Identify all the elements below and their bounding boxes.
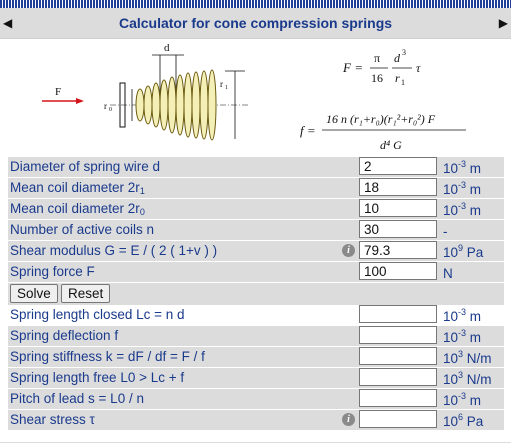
deflection-output[interactable] [359,326,437,344]
force-label: F [55,86,61,98]
svg-text:π: π [374,51,380,65]
info-icon[interactable]: i [342,413,355,426]
force-formula: F = π 16 d 3 r 1 τ [342,48,421,87]
row-label: Shear stress τ [10,412,95,427]
input-row-shear-modulus: Shear modulus G = E / ( 2 ( 1+v ) ) i 10… [8,241,504,261]
svg-text:1: 1 [401,78,405,87]
svg-text:r: r [395,71,400,85]
output-row-stiffness: Spring stiffness k = dF / df = F / f 103… [8,347,504,367]
row-label: Spring force F [10,264,95,279]
row-label: Spring stiffness k = dF / df = F / f [10,349,205,364]
output-row-free-length: Spring length free L0 > Lc + f 103 N/m [8,368,504,388]
unit-label: 10-3 m [443,180,482,197]
row-label: Spring length free L0 > Lc + f [10,370,185,385]
unit-label: 10-3 m [443,307,482,324]
input-row-spring-force: Spring force F N [8,262,504,282]
stiffness-output[interactable] [359,347,437,365]
unit-label: 103 N/m [443,349,492,366]
svg-text:r: r [220,79,223,89]
page-title: Calculator for cone compression springs [118,15,393,31]
unit-label: 103 N/m [443,370,492,387]
unit-label: N [443,266,453,281]
row-label: Spring length closed Lc = n d [10,307,185,322]
input-row-coil-diameter-r1: Mean coil diameter 2r1 10-3 m [8,178,504,198]
solve-button[interactable]: Solve [10,284,58,303]
top-border-stripe [0,0,511,8]
row-label: Number of active coils n [10,222,155,237]
unit-label: 10-3 m [443,159,482,176]
shear-stress-output[interactable] [359,410,437,428]
output-row-deflection: Spring deflection f 10-3 m [8,326,504,346]
svg-text:f =: f = [300,123,316,138]
svg-text:F =: F = [342,60,363,75]
spring-figure: F d r 0 r 1 F = π 16 d 3 r 1 τ f = 16 n … [42,42,466,152]
bottom-divider [0,442,511,443]
svg-text:τ: τ [416,61,421,75]
svg-text:0: 0 [109,107,112,113]
wire-diameter-input[interactable] [359,157,437,175]
shear-modulus-input[interactable] [359,241,437,259]
unit-label: 10-3 m [443,201,482,218]
svg-text:1: 1 [225,85,228,91]
spring-force-input[interactable] [359,262,437,280]
unit-label: 106 Pa [443,412,484,429]
deflection-formula: f = 16 n (r₁+r₀)(r₁²+r₀²) F d⁴ G [300,112,466,152]
output-row-pitch: Pitch of lead s = L0 / n 10-3 m [8,389,504,409]
closed-length-output[interactable] [359,305,437,323]
unit-label: - [443,224,448,239]
unit-label: 10-3 m [443,391,482,408]
coil-diameter-r0-input[interactable] [359,199,437,217]
active-coils-input[interactable] [359,220,437,238]
row-label: Shear modulus G = E / ( 2 ( 1+v ) ) [10,243,218,258]
info-icon[interactable]: i [342,244,355,257]
row-label: Spring deflection f [10,328,119,343]
svg-text:d⁴ G: d⁴ G [380,138,402,152]
force-arrowhead [76,98,84,104]
input-row-wire-diameter: Diameter of spring wire d 10-3 m [8,157,504,177]
input-row-active-coils: Number of active coils n - [8,220,504,240]
row-label: Mean coil diameter 2r0 [10,201,145,217]
coil-diameter-r1-input[interactable] [359,178,437,196]
wire-d-label: d [164,42,170,54]
row-label: Diameter of spring wire d [10,159,161,174]
svg-text:d: d [394,51,401,65]
reset-button[interactable]: Reset [61,284,111,303]
output-row-closed-length: Spring length closed Lc = n d 10-3 m [8,305,504,325]
row-label: Mean coil diameter 2r1 [10,180,145,196]
unit-label: 10-3 m [443,328,482,345]
button-row: Solve Reset [8,283,504,305]
free-length-output[interactable] [359,368,437,386]
row-label: Pitch of lead s = L0 / n [10,391,144,406]
svg-text:r: r [104,101,107,111]
title-bar: ◀ Calculator for cone compression spring… [0,8,511,39]
unit-label: 109 Pa [443,243,484,260]
svg-text:16: 16 [371,71,383,85]
svg-text:16 n (r₁+r₀)(r₁²+r₀²) F: 16 n (r₁+r₀)(r₁²+r₀²) F [326,112,436,126]
pitch-output[interactable] [359,389,437,407]
svg-text:3: 3 [402,48,406,57]
triangle-right-icon[interactable]: ▶ [499,16,508,30]
input-row-coil-diameter-r0: Mean coil diameter 2r0 10-3 m [8,199,504,219]
output-row-shear-stress: Shear stress τ i 106 Pa [8,410,504,430]
